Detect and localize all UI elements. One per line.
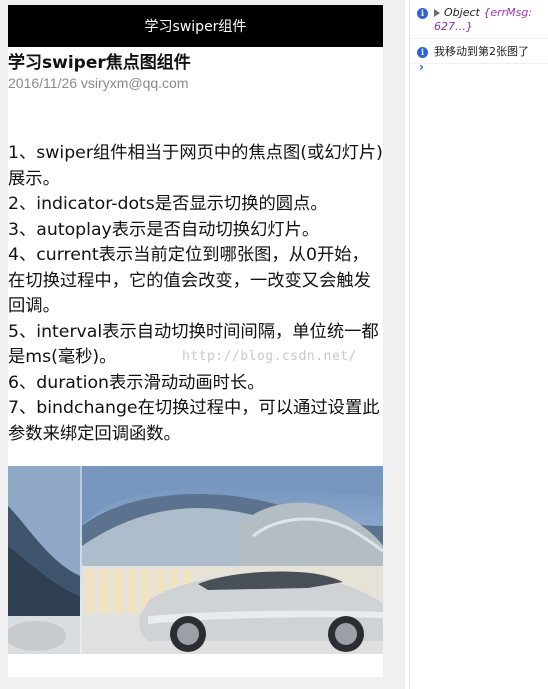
info-icon: i (417, 47, 428, 58)
navigation-bar: 学习swiper组件 (8, 5, 383, 47)
console-message: 我移动到第2张图了 (434, 45, 529, 58)
console-entry-message: i 我移动到第2张图了 (410, 39, 548, 64)
phone-screen: 学习swiper组件 学习swiper焦点图组件 2016/11/26 vsir… (8, 5, 383, 677)
object-label: Object (444, 6, 480, 19)
console-prompt-icon[interactable]: › (419, 58, 424, 74)
desc-line: 3、autoplay表示是否自动切换幻灯片。 (8, 219, 320, 240)
console-entry-object[interactable]: i Object {errMsg: 627…} (410, 0, 548, 39)
desc-line: 6、duration表示滑动动画时长。 (8, 372, 265, 393)
desc-line: 7、bindchange在切换过程中，可以通过设置此参数来绑定回调函数。 (8, 398, 380, 444)
expand-triangle-icon[interactable] (434, 9, 440, 17)
post-description: 1、swiper组件相当于网页中的焦点图(或幻灯片)展示。 2、indicato… (8, 141, 383, 447)
info-icon: i (417, 8, 428, 19)
post-meta: 2016/11/26 vsiryxm@qq.com (8, 75, 189, 91)
console-panel: i Object {errMsg: 627…} i 我移动到第2张图了 (409, 0, 548, 689)
swiper-slide-image (8, 466, 383, 654)
desc-line: 1、swiper组件相当于网页中的焦点图(或幻灯片)展示。 (8, 143, 383, 189)
swiper-carousel[interactable] (8, 466, 383, 654)
post-title: 学习swiper焦点图组件 (8, 53, 191, 73)
page-content: 学习swiper焦点图组件 2016/11/26 vsiryxm@qq.com … (8, 52, 383, 447)
desc-line: 4、current表示当前定位到哪张图，从0开始，在切换过程中，它的值会改变，一… (8, 245, 371, 316)
desc-line: 2、indicator-dots是否显示切换的圆点。 (8, 194, 328, 214)
csdn-watermark: http://blog.csdn.net/ (182, 349, 357, 364)
navbar-title: 学习swiper组件 (144, 19, 247, 35)
